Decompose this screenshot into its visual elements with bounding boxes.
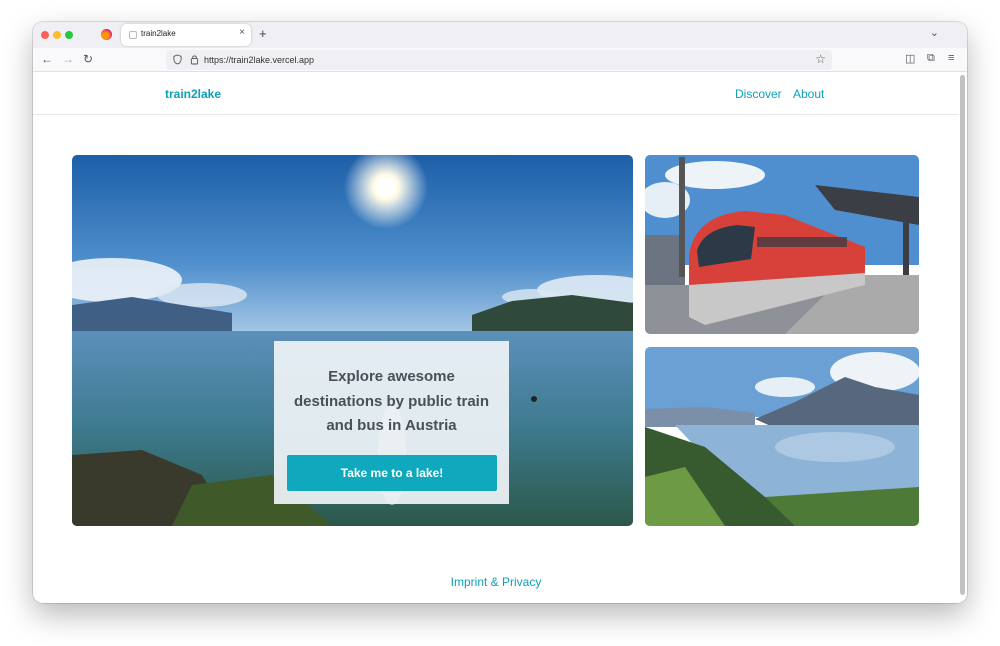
nav-link-about[interactable]: About bbox=[793, 87, 824, 101]
scrollbar[interactable] bbox=[960, 73, 965, 603]
favicon-icon bbox=[129, 31, 137, 39]
pocket-icon[interactable]: ◫ bbox=[905, 52, 915, 65]
scrollbar-thumb[interactable] bbox=[960, 75, 965, 595]
browser-toolbar: ← → ↻ https://train2lake.vercel.app ☆ ◫ … bbox=[33, 48, 967, 72]
new-tab-button[interactable]: + bbox=[259, 26, 267, 41]
browser-tab[interactable]: train2lake × bbox=[121, 24, 251, 46]
firefox-icon bbox=[101, 29, 112, 40]
reload-button[interactable]: ↻ bbox=[83, 52, 93, 66]
lock-icon bbox=[190, 55, 199, 65]
hero-card: Explore awesome destinations by public t… bbox=[274, 341, 509, 504]
bookmark-star-icon[interactable]: ☆ bbox=[815, 52, 826, 66]
url-bar[interactable]: https://train2lake.vercel.app ☆ bbox=[166, 50, 832, 70]
minimize-window-button[interactable] bbox=[53, 31, 61, 39]
browser-window: train2lake × + ⌄ ← → ↻ https://train2lak… bbox=[33, 22, 967, 603]
tab-title: train2lake bbox=[141, 29, 176, 38]
site-header: train2lake Discover About bbox=[33, 73, 959, 115]
close-window-button[interactable] bbox=[41, 31, 49, 39]
url-text: https://train2lake.vercel.app bbox=[204, 55, 315, 65]
hero-heading: Explore awesome destinations by public t… bbox=[293, 368, 490, 434]
back-button[interactable]: ← bbox=[41, 52, 53, 66]
tab-bar: train2lake × + ⌄ bbox=[33, 22, 967, 48]
tab-list-chevron-icon[interactable]: ⌄ bbox=[930, 26, 939, 39]
hero-lake-image: Explore awesome destinations by public t… bbox=[72, 155, 633, 526]
train-station-image bbox=[645, 155, 919, 334]
take-me-to-a-lake-button[interactable]: Take me to a lake! bbox=[287, 455, 497, 491]
zoom-window-button[interactable] bbox=[65, 31, 73, 39]
nav-link-discover[interactable]: Discover bbox=[735, 87, 782, 101]
page-viewport: train2lake Discover About Explore awesom… bbox=[33, 73, 967, 603]
brand-logo-link[interactable]: train2lake bbox=[165, 87, 221, 101]
forward-button[interactable]: → bbox=[62, 52, 74, 66]
mountain-lake-image bbox=[645, 347, 919, 526]
shield-icon bbox=[173, 54, 182, 65]
tab-close-icon[interactable]: × bbox=[239, 27, 245, 38]
extensions-icon[interactable]: ⧉ bbox=[927, 52, 935, 65]
menu-icon[interactable]: ≡ bbox=[948, 52, 954, 64]
imprint-privacy-link[interactable]: Imprint & Privacy bbox=[33, 575, 959, 589]
